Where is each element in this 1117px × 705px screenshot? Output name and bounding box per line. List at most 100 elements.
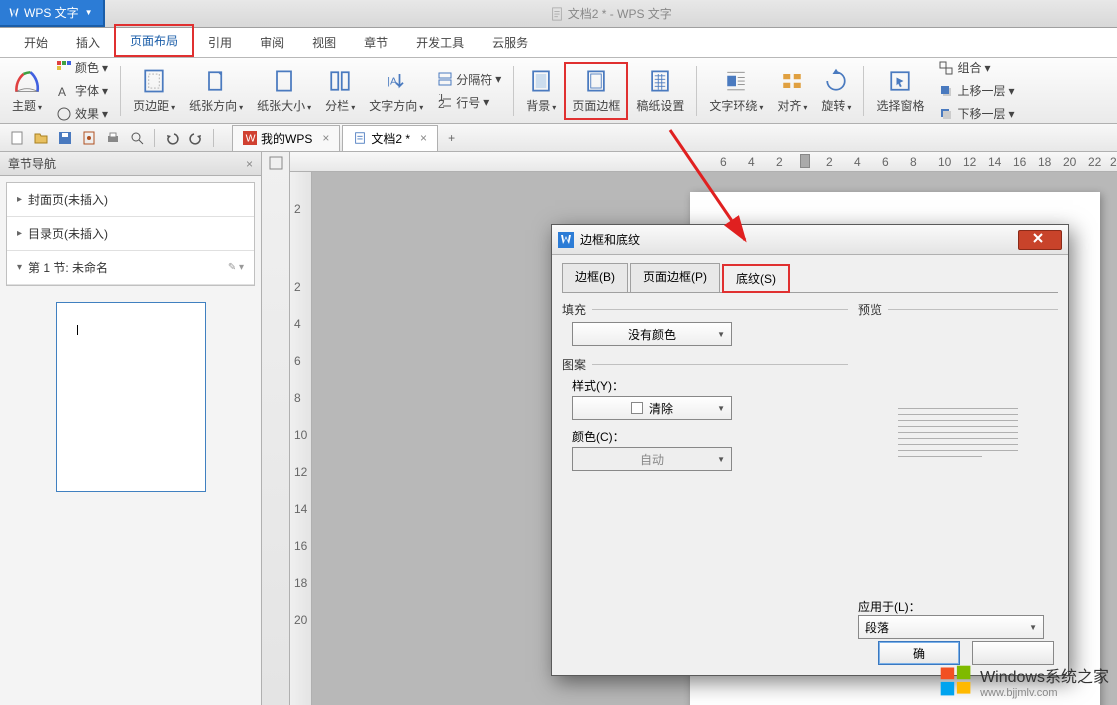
- dialog-tab-shading[interactable]: 底纹(S): [722, 264, 790, 293]
- move-up-button[interactable]: 上移一层▾: [934, 80, 1018, 101]
- menu-review[interactable]: 审阅: [246, 28, 298, 57]
- folder-icon: [33, 130, 49, 146]
- menu-cloud[interactable]: 云服务: [478, 28, 542, 57]
- properties-button[interactable]: [78, 127, 100, 149]
- ruler-tick: 4: [854, 155, 861, 169]
- watermark-title: Windows系统之家: [980, 663, 1109, 687]
- page-border-icon: [582, 67, 610, 95]
- group-label: 组合: [957, 59, 981, 76]
- line-numbers-label: 行号: [456, 94, 480, 111]
- nav-toc-page[interactable]: ▸目录页(未插入): [7, 217, 254, 251]
- nav-sec1-label: 第 1 节: 未命名: [28, 259, 108, 276]
- align-button[interactable]: 对齐▾: [771, 62, 813, 120]
- ruler-tick: 8: [910, 155, 917, 169]
- wrap-button[interactable]: 文字环绕▾: [703, 62, 769, 120]
- orientation-icon: [202, 67, 230, 95]
- save-button[interactable]: [54, 127, 76, 149]
- nav-list: ▸封面页(未插入) ▸目录页(未插入) ▾ 第 1 节: 未命名 ✎ ▾: [6, 182, 255, 286]
- rotate-button[interactable]: 旋转▾: [815, 62, 857, 120]
- nav-section-1[interactable]: ▾ 第 1 节: 未命名 ✎ ▾: [7, 251, 254, 285]
- effect-button[interactable]: 效果▾: [52, 103, 112, 124]
- ruler-tick: 4: [294, 317, 301, 331]
- ok-button[interactable]: 确: [878, 641, 960, 665]
- orientation-button[interactable]: 纸张方向▾: [183, 62, 249, 120]
- tab-my-wps[interactable]: W 我的WPS ×: [232, 125, 340, 151]
- menu-start[interactable]: 开始: [10, 28, 62, 57]
- move-down-button[interactable]: 下移一层▾: [934, 103, 1018, 124]
- dialog-tab-page-border[interactable]: 页面边框(P): [630, 263, 720, 292]
- group-button[interactable]: 组合▾: [934, 57, 1018, 78]
- page-thumbnail[interactable]: [56, 302, 206, 492]
- print-button[interactable]: [102, 127, 124, 149]
- wrap-icon: [722, 67, 750, 95]
- select-pane-button[interactable]: 选择窗格: [870, 62, 930, 120]
- menu-view[interactable]: 视图: [298, 28, 350, 57]
- breaks-button[interactable]: 分隔符▾: [433, 69, 505, 90]
- nav-cover-page[interactable]: ▸封面页(未插入): [7, 183, 254, 217]
- menu-page-layout[interactable]: 页面布局: [114, 24, 194, 57]
- sidebar-close-button[interactable]: ×: [246, 157, 253, 171]
- tab-doc2[interactable]: 文档2 * ×: [342, 125, 438, 151]
- theme-icon: [13, 67, 41, 95]
- background-button[interactable]: 背景▾: [520, 62, 562, 120]
- effect-label: 效果: [75, 105, 99, 122]
- open-button[interactable]: [30, 127, 52, 149]
- text-direction-icon: |A: [382, 67, 410, 95]
- ruler-corner-icon: [269, 156, 283, 170]
- dialog-close-button[interactable]: [1018, 230, 1062, 250]
- dialog-title: 边框和底纹: [580, 231, 640, 248]
- menu-developer[interactable]: 开发工具: [402, 28, 478, 57]
- fill-value: 没有颜色: [628, 326, 676, 343]
- wps-dialog-icon: [558, 232, 574, 248]
- size-button[interactable]: 纸张大小▾: [251, 62, 317, 120]
- columns-label: 分栏: [325, 99, 349, 113]
- font-button[interactable]: A字体▾: [52, 80, 112, 101]
- style-value: 清除: [649, 400, 673, 417]
- text-direction-button[interactable]: |A 文字方向▾: [363, 62, 429, 120]
- dialog-tab-border[interactable]: 边框(B): [562, 263, 628, 292]
- theme-button[interactable]: 主题▾: [6, 62, 48, 120]
- ruler-tick: 6: [882, 155, 889, 169]
- theme-label: 主题: [12, 99, 36, 113]
- add-tab-button[interactable]: +: [440, 131, 463, 145]
- text-direction-label: 文字方向: [369, 99, 417, 113]
- cancel-button[interactable]: [972, 641, 1054, 665]
- dialog-titlebar[interactable]: 边框和底纹: [552, 225, 1068, 255]
- document-icon: [550, 7, 564, 21]
- manuscript-button[interactable]: 稿纸设置: [630, 62, 690, 120]
- sidebar-header: 章节导航 ×: [0, 152, 261, 176]
- redo-button[interactable]: [185, 127, 207, 149]
- tab-close-icon[interactable]: ×: [322, 131, 329, 145]
- color-button[interactable]: 颜色▾: [52, 57, 112, 78]
- page-border-button[interactable]: 页面边框: [564, 62, 628, 120]
- menu-reference[interactable]: 引用: [194, 28, 246, 57]
- breaks-icon: [437, 71, 453, 87]
- line-numbers-button[interactable]: 12行号▾: [433, 92, 505, 113]
- print-preview-button[interactable]: [126, 127, 148, 149]
- tab-my-wps-label: 我的WPS: [261, 130, 312, 147]
- pattern-color-dropdown[interactable]: 自动▼: [572, 447, 732, 471]
- pattern-style-dropdown[interactable]: 清除▼: [572, 396, 732, 420]
- apply-to-dropdown[interactable]: 段落▼: [858, 615, 1044, 639]
- chevron-down-icon: ▾: [17, 262, 22, 273]
- undo-button[interactable]: [161, 127, 183, 149]
- app-menu-button[interactable]: WPS 文字 ▼: [0, 0, 105, 27]
- pattern-color-value: 自动: [640, 451, 664, 468]
- columns-button[interactable]: 分栏▾: [319, 62, 361, 120]
- ruler-tick: 22: [1088, 155, 1101, 169]
- vertical-ruler[interactable]: 22468101214161820: [290, 172, 312, 705]
- fill-color-dropdown[interactable]: 没有颜色▼: [572, 322, 732, 346]
- margins-label: 页边距: [133, 99, 169, 113]
- chevron-right-icon: ▸: [17, 228, 22, 239]
- svg-text:|A: |A: [387, 76, 397, 88]
- horizontal-ruler[interactable]: 64224681012141618202224: [290, 152, 1117, 172]
- ruler-indent-marker[interactable]: [800, 154, 810, 168]
- ruler-tick: 24: [1110, 155, 1117, 169]
- edit-icon[interactable]: ✎ ▾: [228, 262, 244, 273]
- menu-section[interactable]: 章节: [350, 28, 402, 57]
- tab-close-icon[interactable]: ×: [420, 131, 427, 145]
- menu-insert[interactable]: 插入: [62, 28, 114, 57]
- ribbon: 主题▾ 颜色▾ A字体▾ 效果▾ 页边距▾ 纸张方向▾ 纸张大小▾ 分栏▾ |A…: [0, 58, 1117, 124]
- margins-button[interactable]: 页边距▾: [127, 62, 181, 120]
- new-doc-button[interactable]: [6, 127, 28, 149]
